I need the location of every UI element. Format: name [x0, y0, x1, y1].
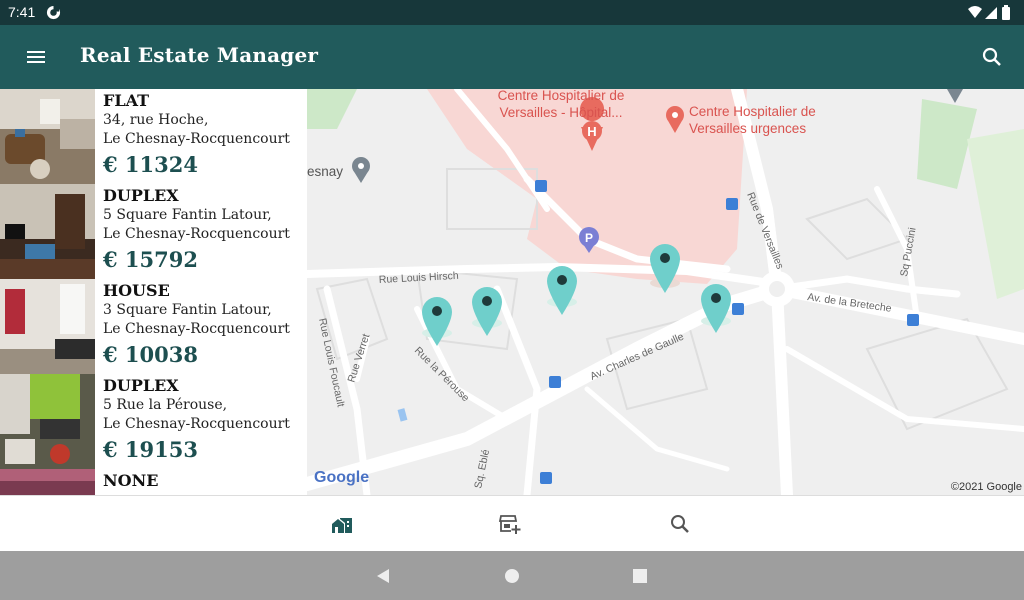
map-label-place: esnay	[307, 164, 343, 179]
map-label-urgences: Centre Hospitalier de	[689, 104, 816, 119]
property-address-line1: 34, rue Hoche,	[103, 112, 209, 128]
property-address-line1: 5 Rue la Pérouse,	[103, 397, 228, 413]
property-address-line1: 3 Square Fantin Latour,	[103, 302, 272, 318]
battery-icon	[1002, 7, 1010, 20]
property-type: DUPLEX	[103, 376, 179, 395]
property-address-line1: 5 Square Fantin Latour,	[103, 207, 272, 223]
svg-text:P: P	[585, 231, 593, 245]
map-canvas: H P Centre Hospitalier de Versailles - H…	[307, 89, 1024, 495]
app-title: Real Estate Manager	[80, 43, 319, 67]
svg-text:H: H	[587, 124, 596, 139]
property-price: € 19153	[103, 437, 198, 462]
map-view[interactable]: H P Centre Hospitalier de Versailles - H…	[307, 89, 1024, 495]
property-photo	[0, 184, 95, 279]
property-list: FLAT 34, rue Hoche, Le Chesnay-Rocquenco…	[0, 89, 307, 495]
property-item[interactable]: FLAT 34, rue Hoche, Le Chesnay-Rocquenco…	[0, 89, 307, 184]
property-address-line2: Le Chesnay-Rocquencourt	[103, 416, 290, 432]
status-time: 7:41	[8, 4, 36, 20]
property-marker[interactable]	[650, 244, 680, 293]
add-property-icon[interactable]	[498, 512, 522, 536]
property-price: € 10038	[103, 342, 198, 367]
property-photo	[0, 279, 95, 374]
map-label-hospital2: Versailles - Hôpital...	[499, 105, 622, 120]
wifi-icon	[968, 6, 982, 18]
map-label-hospital: Centre Hospitalier de	[498, 89, 625, 103]
property-address-line2: Le Chesnay-Rocquencourt	[103, 226, 290, 242]
system-navigation-bar	[0, 551, 1024, 600]
status-icons	[968, 5, 1010, 20]
property-item[interactable]: DUPLEX 5 Square Fantin Latour, Le Chesna…	[0, 184, 307, 279]
map-label-urgences2: Versailles urgences	[689, 121, 806, 136]
home-city-icon[interactable]	[330, 512, 354, 536]
property-item[interactable]: DUPLEX 5 Rue la Pérouse, Le Chesnay-Rocq…	[0, 374, 307, 469]
recents-icon[interactable]	[631, 567, 649, 585]
menu-icon[interactable]	[24, 45, 48, 69]
home-icon[interactable]	[503, 567, 521, 585]
property-photo	[0, 469, 95, 495]
property-type: DUPLEX	[103, 186, 179, 205]
property-item[interactable]: NONE	[0, 469, 307, 495]
property-price: € 11324	[103, 152, 198, 177]
app-bar: Real Estate Manager	[0, 25, 1024, 89]
property-address-line2: Le Chesnay-Rocquencourt	[103, 131, 290, 147]
map-copyright: ©2021 Google	[950, 481, 1022, 493]
property-photo	[0, 89, 95, 184]
back-icon[interactable]	[374, 567, 392, 585]
property-price: € 15792	[103, 247, 198, 272]
property-address-line2: Le Chesnay-Rocquencourt	[103, 321, 290, 337]
bottom-navigation	[0, 495, 1024, 552]
status-bar: 7:41	[0, 0, 1024, 25]
property-type: HOUSE	[103, 281, 170, 300]
signal-icon	[985, 7, 997, 19]
property-item[interactable]: HOUSE 3 Square Fantin Latour, Le Chesnay…	[0, 279, 307, 374]
property-photo	[0, 374, 95, 469]
property-type: FLAT	[103, 91, 150, 110]
app-notification-icon	[46, 5, 61, 20]
search-icon[interactable]	[980, 45, 1004, 69]
property-type: NONE	[103, 471, 159, 490]
search-nav-icon[interactable]	[668, 512, 692, 536]
google-logo: Google	[314, 469, 370, 486]
